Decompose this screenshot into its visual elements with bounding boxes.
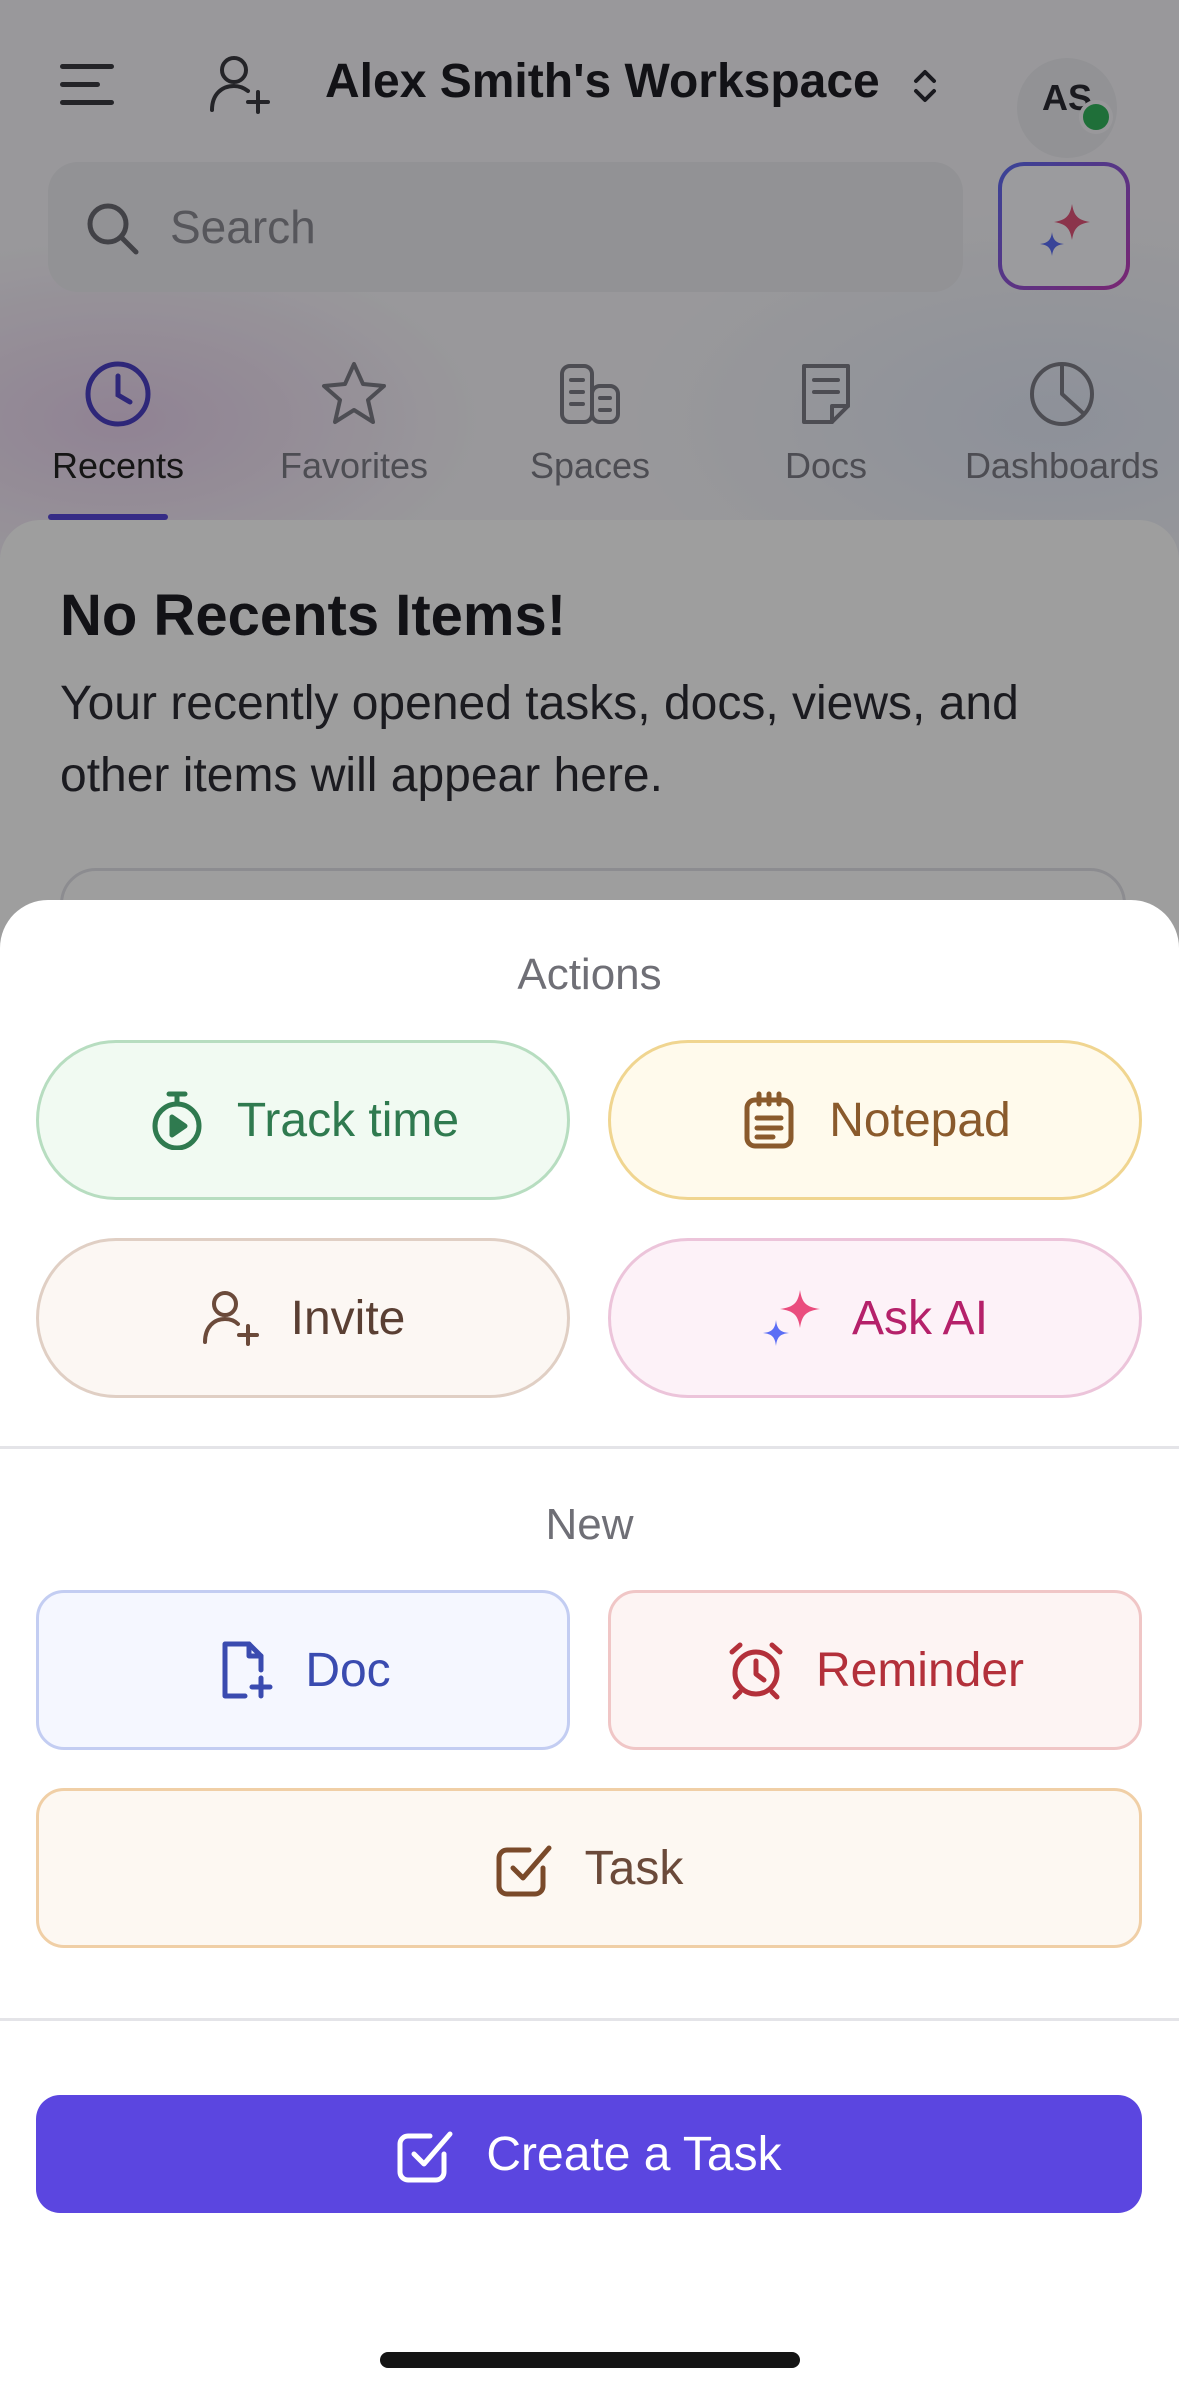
track-time-button[interactable]: Track time	[36, 1040, 570, 1200]
task-label: Task	[584, 1841, 684, 1895]
actions-section-title: Actions	[517, 950, 662, 999]
create-task-label: Create a Task	[486, 2127, 782, 2181]
invite-label: Invite	[290, 1291, 406, 1345]
create-task-button[interactable]: Create a Task	[36, 2095, 1142, 2213]
new-reminder-button[interactable]: Reminder	[608, 1590, 1142, 1750]
stopwatch-icon	[152, 1091, 202, 1150]
new-doc-button[interactable]: Doc	[36, 1590, 570, 1750]
checkbox-icon	[397, 2131, 453, 2183]
add-user-icon	[202, 1291, 259, 1346]
ask-ai-label: Ask AI	[851, 1291, 989, 1345]
section-divider	[0, 1446, 1179, 1449]
sparkle-icon	[762, 1290, 820, 1346]
doc-add-icon	[222, 1641, 273, 1699]
reminder-label: Reminder	[815, 1643, 1025, 1697]
home-indicator[interactable]	[380, 2352, 800, 2368]
notepad-button[interactable]: Notepad	[608, 1040, 1142, 1200]
checkbox-icon	[496, 1845, 552, 1897]
new-task-button[interactable]: Task	[36, 1788, 1142, 1948]
alarm-clock-icon	[729, 1642, 783, 1700]
notepad-label: Notepad	[829, 1093, 1011, 1147]
section-divider	[0, 2018, 1179, 2021]
doc-label: Doc	[305, 1643, 391, 1697]
notepad-icon	[744, 1091, 794, 1149]
invite-button[interactable]: Invite	[36, 1238, 570, 1398]
track-time-label: Track time	[236, 1093, 460, 1147]
new-section-title: New	[545, 1500, 634, 1549]
ask-ai-button[interactable]: Ask AI	[608, 1238, 1142, 1398]
quick-actions-sheet: Actions Track time Notepad Invite Ask AI	[0, 900, 1179, 2396]
